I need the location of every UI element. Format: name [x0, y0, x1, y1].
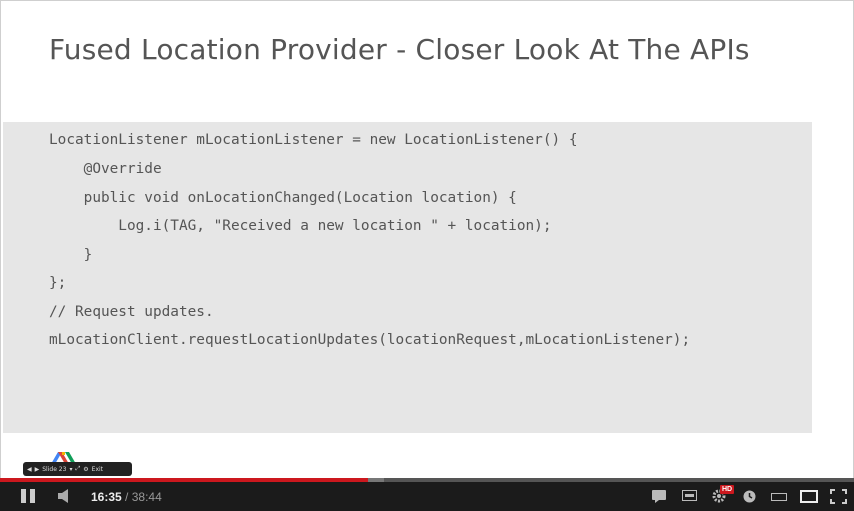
volume-icon[interactable] — [57, 489, 73, 503]
gear-icon[interactable]: ⚙ — [83, 466, 88, 473]
code-line: Log.i(TAG, "Received a new location " + … — [49, 218, 552, 234]
video-player-controls: 16:35 / 38:44 HD — [0, 478, 854, 511]
exit-button[interactable]: Exit — [92, 466, 103, 473]
total-time: 38:44 — [131, 490, 162, 504]
captions-icon[interactable] — [652, 490, 667, 503]
small-player-icon[interactable] — [771, 493, 787, 502]
code-block: LocationListener mLocationListener = new… — [3, 122, 812, 433]
progress-bar[interactable] — [0, 478, 854, 482]
chevron-down-icon[interactable]: ▾ — [69, 466, 72, 473]
watch-later-icon[interactable] — [743, 490, 756, 503]
slide-title: Fused Location Provider - Closer Look At… — [49, 33, 750, 66]
slide-frame: Fused Location Provider - Closer Look At… — [0, 0, 854, 479]
fullscreen-icon[interactable] — [830, 489, 847, 504]
code-line: }; — [49, 275, 67, 291]
time-separator: / — [121, 490, 132, 504]
progress-played — [0, 478, 369, 482]
pause-icon[interactable] — [20, 489, 36, 503]
hd-badge: HD — [720, 485, 735, 494]
large-player-icon[interactable] — [800, 490, 818, 503]
code-line: public void onLocationChanged(Location l… — [49, 190, 517, 206]
next-slide-icon[interactable]: ▶ — [35, 466, 40, 473]
transcript-icon[interactable] — [682, 490, 697, 501]
code-line: } — [49, 247, 93, 263]
expand-icon[interactable]: ⤢ — [75, 465, 80, 473]
code-line: LocationListener mLocationListener = new… — [49, 132, 578, 148]
slide-selector[interactable]: Slide 23 — [42, 466, 66, 473]
code-line: @Override — [49, 161, 162, 177]
prev-slide-icon[interactable]: ◀ — [27, 466, 32, 473]
slide-navigation-bar: ◀ ▶ Slide 23 ▾ ⤢ ⚙ Exit — [23, 462, 132, 476]
code-line: // Request updates. — [49, 304, 214, 320]
current-time: 16:35 — [91, 490, 122, 504]
time-display: 16:35 / 38:44 — [91, 490, 162, 504]
code-line: mLocationClient.requestLocationUpdates(l… — [49, 332, 691, 348]
